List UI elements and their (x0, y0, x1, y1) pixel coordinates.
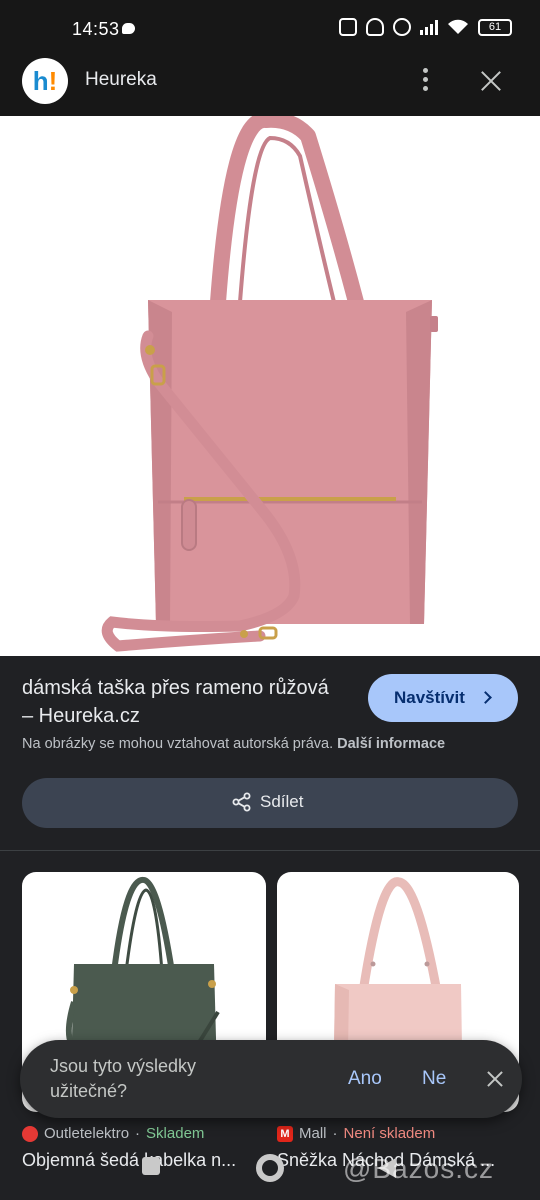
cellular-signal-icon (420, 19, 438, 35)
share-label: Sdílet (260, 792, 304, 811)
share-icon (232, 792, 251, 812)
product-image[interactable] (0, 116, 540, 656)
related-source[interactable]: Outletelektro · Skladem (22, 1125, 204, 1142)
related-source[interactable]: M Mall · Není skladem (277, 1125, 435, 1142)
app-header: h! Heureka (0, 44, 540, 116)
status-bar: 14:53 61 (0, 0, 540, 44)
copyright-notice: Na obrázky se mohou vztahovat autorská p… (22, 736, 446, 752)
mute-bell-icon (366, 18, 384, 36)
visit-label: Navštívit (394, 688, 465, 707)
outletelektro-favicon-icon (22, 1125, 38, 1142)
feedback-snackbar: Jsou tyto výsledky užitečné? Ano Ne (20, 1040, 522, 1118)
watermark: @Bazos.cz (343, 1153, 495, 1184)
more-options-icon[interactable] (412, 68, 438, 96)
status-time: 14:53 (72, 19, 120, 39)
battery-icon: 61 (478, 18, 512, 36)
feedback-no-button[interactable]: Ne (422, 1068, 446, 1090)
close-icon[interactable] (474, 64, 508, 98)
feedback-question: Jsou tyto výsledky užitečné? (50, 1056, 197, 1101)
result-title[interactable]: dámská taška přes rameno růžová – Heurek… (22, 674, 342, 730)
visit-button[interactable]: Navštívit (368, 674, 518, 722)
availability-badge: Není skladem (343, 1125, 436, 1142)
feedback-yes-button[interactable]: Ano (348, 1068, 382, 1090)
pink-bag-illustration (101, 116, 438, 652)
heureka-logo[interactable]: h! (22, 58, 68, 104)
chat-notification-icon (122, 23, 135, 34)
share-button[interactable]: Sdílet (22, 778, 518, 828)
recent-apps-button[interactable] (142, 1157, 160, 1175)
image-viewer-page: 14:53 61 h! Heureka dámská taška přes ra… (0, 0, 540, 1200)
section-divider (0, 850, 540, 851)
nfc-icon (339, 18, 357, 36)
availability-badge: Skladem (146, 1125, 205, 1142)
mall-favicon-icon: M (277, 1125, 293, 1142)
related-title[interactable]: Objemná šedá kabelka n... (22, 1150, 260, 1171)
chevron-right-icon (479, 691, 492, 704)
more-info-link[interactable]: Další informace (337, 736, 445, 752)
source-title[interactable]: Heureka (85, 69, 157, 91)
home-button[interactable] (256, 1154, 284, 1182)
status-icons: 61 (339, 18, 512, 36)
alarm-icon (393, 18, 411, 36)
close-icon[interactable] (482, 1066, 508, 1092)
wifi-icon (448, 19, 468, 34)
